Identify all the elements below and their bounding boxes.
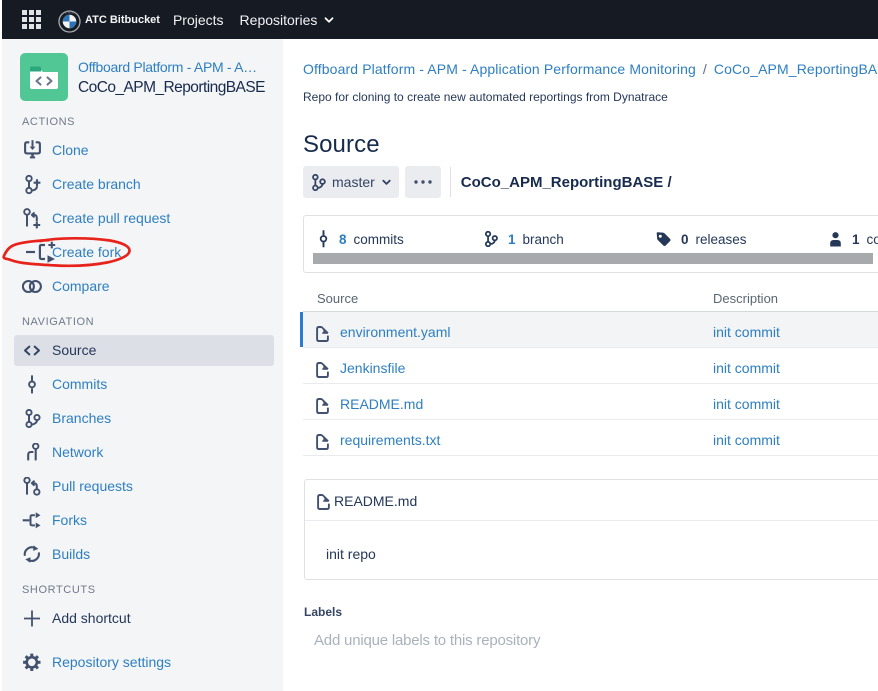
svg-text:B M W: B M W [65,10,74,14]
